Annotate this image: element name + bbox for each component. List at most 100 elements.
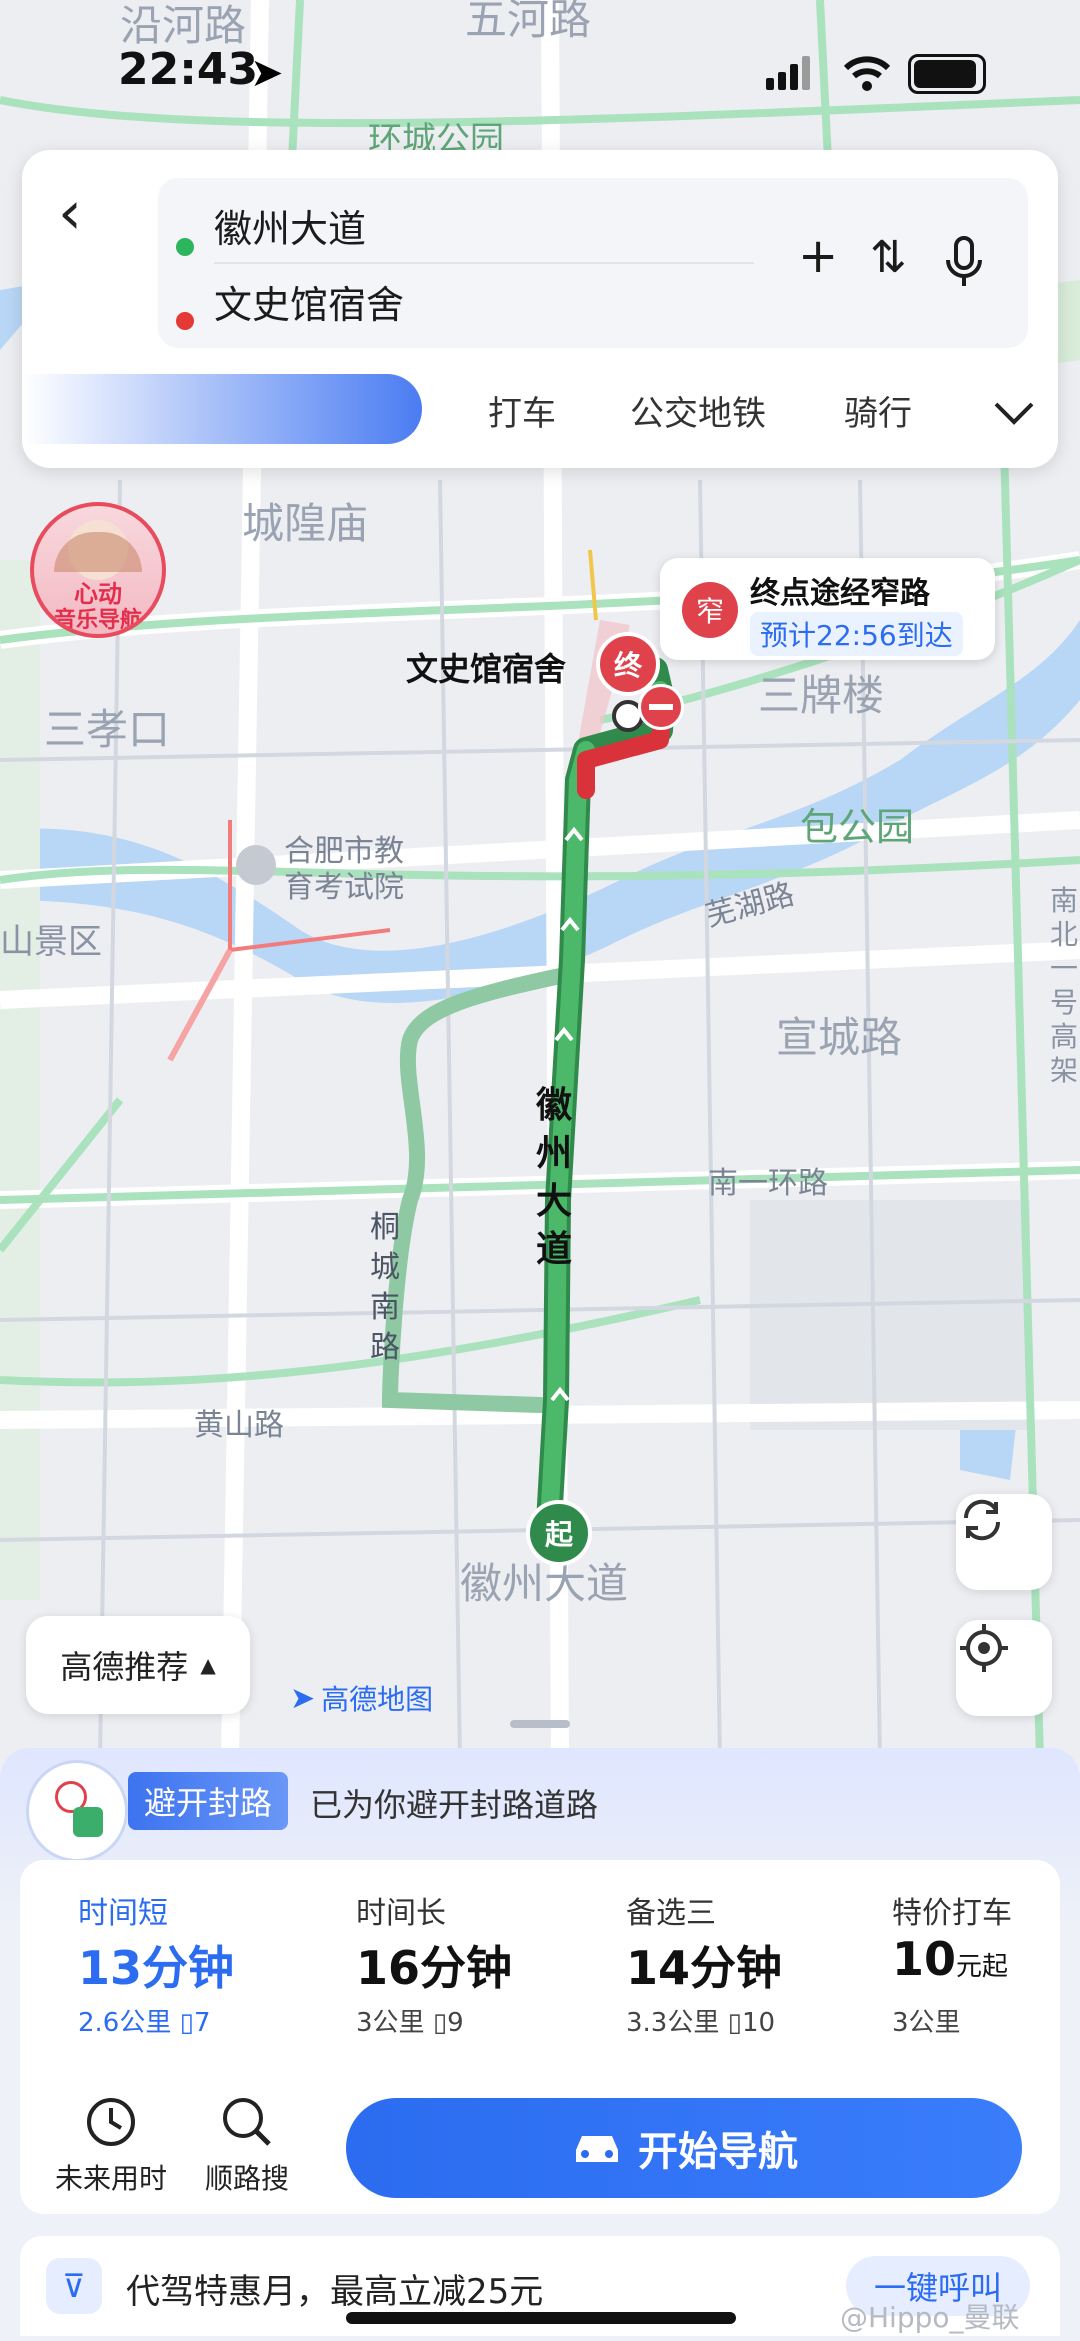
home-indicator (346, 2312, 736, 2324)
route-option-2-meta: 3公里 ▯9 (356, 2002, 464, 2039)
promo-icon: ⊽ (46, 2258, 102, 2314)
back-icon: ‹ (58, 178, 82, 248)
narrow-badge: 窄 (682, 582, 738, 638)
wifi-icon (843, 56, 891, 91)
narrow-road-bubble[interactable]: 窄 终点途经窄路 预计22:56到达 (660, 558, 995, 660)
route-option-1-lights: 7 (193, 2008, 211, 2038)
future-time-button[interactable]: 未来用时 (46, 2094, 176, 2197)
start-navigation-button[interactable]: 开始导航 (346, 2098, 1022, 2198)
chevron-down-icon[interactable] (992, 398, 1036, 428)
traffic-light-icon: ▯ (179, 2008, 194, 2038)
tab-taxi[interactable]: 打车 (488, 386, 556, 435)
narrow-road-title: 终点途经窄路 (750, 576, 930, 611)
gaode-recommend-button[interactable]: 高德推荐 ▲ (26, 1616, 250, 1714)
route-option-1-label: 时间短 (78, 1896, 168, 1931)
route-option-1[interactable]: 时间短 13分钟 2.6公里 ▯7 (20, 1860, 296, 2050)
taxi-price-number: 10 (892, 1932, 957, 1986)
route-option-2-label: 时间长 (356, 1896, 446, 1931)
route-option-taxi-price: 10元起 (892, 1932, 1008, 1986)
route-option-1-meta: 2.6公里 ▯7 (78, 2002, 210, 2039)
battery-icon (908, 54, 986, 94)
clock-icon (87, 2098, 135, 2146)
bottom-sheet: 避开封路 已为你避开封路道路 时间短 13分钟 2.6公里 ▯7 时间长 16分… (0, 1720, 1080, 2341)
origin-dot (176, 238, 194, 256)
avatar-text-2: 音乐导航 (53, 608, 142, 633)
tab-transit[interactable]: 公交地铁 (630, 386, 766, 435)
map-label-exam-institute: 合肥市教育考试院 (284, 834, 404, 905)
future-time-label: 未来用时 (54, 2162, 167, 2195)
map-label-xuancheng-road: 宣城路 (776, 1013, 903, 1062)
route-option-3-distance: 3.3公里 (626, 2008, 720, 2038)
route-option-1-time: 13分钟 (78, 1941, 235, 1995)
sheet-handle[interactable] (510, 1720, 570, 1728)
route-option-3-lights: 10 (741, 2008, 776, 2038)
caret-up-icon: ▲ (200, 1653, 216, 1677)
avatar-hair (54, 532, 142, 572)
traffic-light-icon: ▯ (727, 2008, 742, 2038)
promo-text: 代驾特惠月，最高立减25元 (126, 2272, 544, 2312)
watermark: @Hippo_曼联 (840, 2301, 1020, 2334)
no-entry-icon (638, 684, 684, 730)
route-option-taxi-distance: 3公里 (892, 2008, 961, 2038)
route-inputs: 徽州大道 文史馆宿舍 + ⇅ (158, 178, 1028, 348)
along-search-label: 顺路搜 (204, 2162, 289, 2195)
map-label-tongcheng-south-road: 桐城南路 (370, 1210, 400, 1365)
map-label-huangshan-road: 黄山路 (194, 1408, 284, 1443)
avoid-text: 已为你避开封路道路 (310, 1786, 599, 1824)
along-search-button[interactable]: 顺路搜 (182, 2094, 312, 2197)
map-label-chenghuang-temple: 城隍庙 (242, 499, 369, 548)
location-arrow-icon: ➤ (250, 50, 284, 96)
route-option-2-time: 16分钟 (356, 1941, 513, 1995)
map-label-scenic-area: 山景区 (0, 922, 102, 962)
route-card: ‹ 徽州大道 文史馆宿舍 + ⇅ 打车 公交地铁 骑行 (22, 150, 1058, 468)
route-option-taxi[interactable]: 特价打车 10元起 3公里 (892, 1860, 1052, 2050)
avatar-music-nav[interactable]: 心动 音乐导航 (30, 502, 166, 638)
avoid-badge: 避开封路 (128, 1772, 289, 1830)
narrow-road-eta: 预计22:56到达 (750, 612, 963, 656)
tab-drive-selected[interactable] (22, 374, 422, 444)
map-brand: ➤ 高德地图 (290, 1678, 433, 1718)
route-option-taxi-label: 特价打车 (892, 1896, 1012, 1931)
route-option-3-meta: 3.3公里 ▯10 (626, 2002, 775, 2039)
car-icon (576, 2136, 618, 2162)
start-navigation-label: 开始导航 (638, 2129, 798, 2175)
route-option-3-time: 14分钟 (626, 1941, 783, 1995)
tab-bike[interactable]: 骑行 (844, 386, 912, 435)
field-divider (214, 262, 754, 264)
locate-icon (960, 1624, 1008, 1672)
traffic-light-icon: ▯ (432, 2008, 448, 2038)
locate-button[interactable] (956, 1620, 1052, 1716)
destination-field[interactable]: 文史馆宿舍 (214, 274, 404, 329)
map-label-right-edge-road: 南北一号高架 (1050, 884, 1079, 1087)
gaode-recommend-label: 高德推荐 (60, 1648, 189, 1686)
map-label-sanxiaokou: 三孝口 (44, 705, 171, 754)
start-marker[interactable]: 起 (526, 1500, 592, 1566)
gaode-logo-icon: ➤ (290, 1680, 316, 1716)
route-option-2[interactable]: 时间长 16分钟 3公里 ▯9 (356, 1860, 596, 2050)
map-label-baogong-park: 包公园 (800, 805, 915, 849)
map-label-destination: 文史馆宿舍 (406, 650, 567, 688)
route-options: 时间短 13分钟 2.6公里 ▯7 时间长 16分钟 3公里 ▯9 备选三 14… (20, 1860, 1060, 2214)
route-option-3-label: 备选三 (626, 1896, 716, 1931)
map-label-nanyihuan-road: 南一环路 (708, 1166, 828, 1201)
route-option-2-distance: 3公里 (356, 2008, 425, 2038)
taxi-price-unit: 元起 (956, 1952, 1009, 1982)
swap-icon[interactable]: ⇅ (870, 232, 907, 283)
map-label-wuhe-road: 五河路 (465, 0, 592, 44)
map-brand-label: 高德地图 (321, 1683, 434, 1716)
add-waypoint-icon[interactable]: + (798, 228, 838, 284)
back-button[interactable]: ‹ (58, 178, 82, 248)
search-icon (223, 2098, 271, 2146)
origin-field[interactable]: 徽州大道 (214, 198, 366, 253)
destination-dot-field (176, 312, 194, 330)
status-time: 22:43 (118, 44, 259, 95)
route-option-3[interactable]: 备选三 14分钟 3.3公里 ▯10 (626, 1860, 866, 2050)
microphone-icon[interactable] (944, 234, 984, 292)
route-option-2-lights: 9 (447, 2008, 464, 2038)
refresh-route-button[interactable] (956, 1494, 1052, 1590)
road-closure-icon (26, 1760, 128, 1862)
refresh-icon (963, 1499, 1001, 1541)
map-label-sanpailou: 三牌楼 (758, 671, 885, 720)
route-option-1-distance: 2.6公里 (78, 2008, 172, 2038)
map-label-huizhou-avenue-route: 徽州大道 (536, 1085, 573, 1270)
